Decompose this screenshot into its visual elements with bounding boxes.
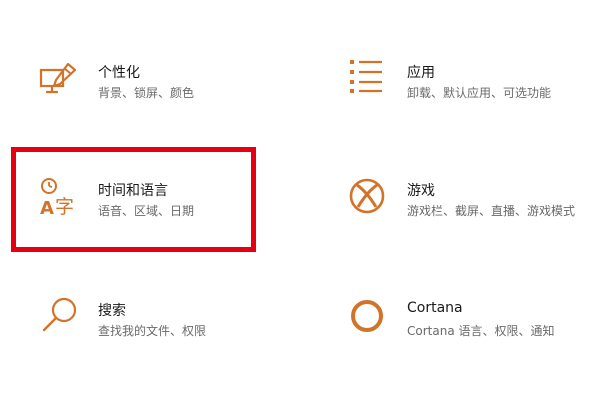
tile-title: 游戏 [407, 183, 435, 199]
tile-title: 搜索 [98, 303, 126, 319]
tile-description: 查找我的文件、权限 [98, 324, 207, 338]
tile-gaming[interactable]: 游戏 游戏栏、截屏、直播、游戏模式 [346, 176, 600, 236]
tile-title: 个性化 [98, 65, 140, 81]
xbox-icon [349, 178, 385, 214]
tile-title: Cortana [407, 300, 463, 316]
tile-description: Cortana 语言、权限、通知 [407, 324, 555, 338]
tile-description: 卸载、默认应用、可选功能 [407, 86, 552, 100]
tile-cortana[interactable]: Cortana Cortana 语言、权限、通知 [346, 296, 596, 356]
tile-search[interactable]: 搜索 查找我的文件、权限 [38, 296, 268, 356]
highlight-box [11, 147, 256, 252]
personalization-icon [39, 62, 77, 94]
tile-apps[interactable]: 应用 卸载、默认应用、可选功能 [346, 58, 596, 118]
settings-page: 个性化 背景、锁屏、颜色 应用 卸载、默认应用、可选功能 A 字 时间和语言 语… [0, 0, 600, 400]
cortana-icon [351, 300, 383, 332]
tile-personalization[interactable]: 个性化 背景、锁屏、颜色 [38, 58, 268, 118]
search-icon [42, 297, 77, 332]
apps-list-icon [350, 60, 382, 93]
tile-title: 应用 [407, 65, 435, 81]
tile-description: 游戏栏、截屏、直播、游戏模式 [407, 204, 576, 218]
tile-description: 背景、锁屏、颜色 [98, 86, 195, 100]
